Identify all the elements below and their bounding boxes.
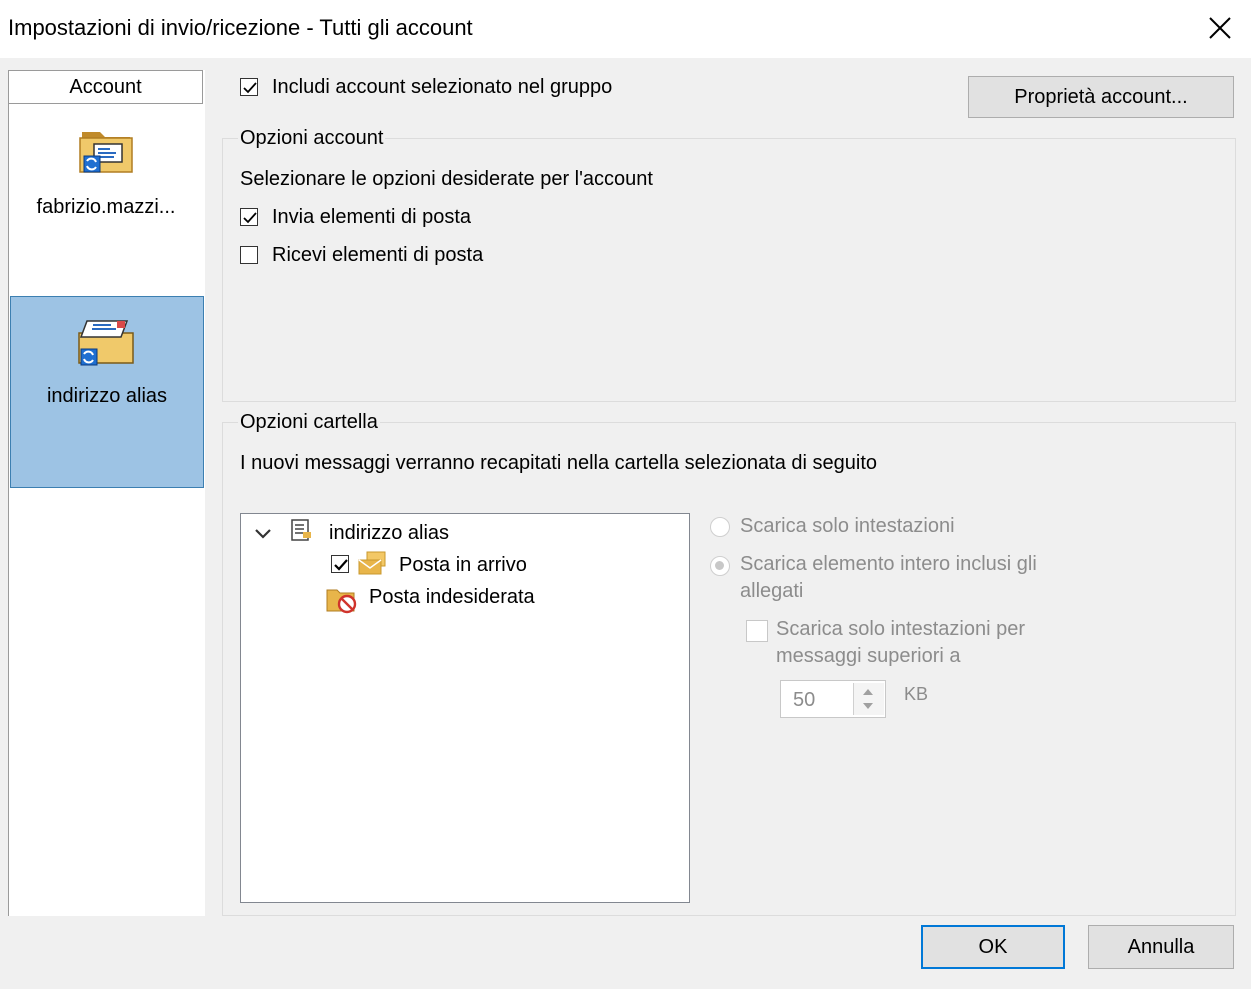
- full-item-label-line1: Scarica elemento intero inclusi gli: [740, 553, 1037, 575]
- account-list-header: Account: [8, 70, 203, 104]
- size-unit-label: KB: [904, 684, 929, 704]
- send-mail-label: Invia elementi di posta: [272, 206, 472, 228]
- spinner-down-icon[interactable]: [861, 701, 875, 711]
- account-label: fabrizio.mazzi...: [36, 196, 176, 218]
- full-item-radio[interactable]: [710, 556, 730, 576]
- large-message-label-line1: Scarica solo intestazioni per: [776, 618, 1026, 640]
- spinner-buttons[interactable]: [853, 683, 884, 715]
- junk-folder-icon: [326, 589, 357, 614]
- include-account-checkbox[interactable]: [240, 78, 258, 96]
- account-label: indirizzo alias: [46, 385, 168, 407]
- cancel-button[interactable]: Annulla: [1088, 925, 1234, 969]
- account-item-fabrizio[interactable]: fabrizio.mazzi...: [10, 108, 202, 288]
- folder-options-title: Opzioni cartella: [238, 411, 380, 434]
- tree-item-inbox-label[interactable]: Posta in arrivo: [399, 554, 527, 577]
- full-item-label-line2: allegati: [740, 580, 804, 602]
- spinner-up-icon[interactable]: [861, 687, 875, 697]
- send-mail-checkbox[interactable]: [240, 208, 258, 226]
- headers-only-label: Scarica solo intestazioni: [740, 515, 955, 537]
- close-icon[interactable]: [1200, 8, 1240, 48]
- mailbox-icon: [291, 519, 311, 541]
- large-message-label-line2: messaggi superiori a: [776, 645, 961, 667]
- chevron-down-icon[interactable]: [253, 526, 273, 542]
- inbox-folder-icon: [358, 551, 386, 575]
- include-account-label: Includi account selezionato nel gruppo: [272, 76, 613, 98]
- size-limit-value: 50: [793, 689, 816, 711]
- folder-tree[interactable]: indirizzo alias Posta in arrivo Posta in…: [240, 513, 690, 903]
- window-title: Impostazioni di invio/ricezione - Tutti …: [8, 15, 473, 40]
- inbox-checkbox[interactable]: [331, 555, 349, 573]
- account-folder-icon: [79, 132, 133, 173]
- account-options-description: Selezionare le opzioni desiderate per l'…: [240, 168, 653, 190]
- account-folder-icon: [78, 320, 134, 366]
- title-bar: Impostazioni di invio/ricezione - Tutti …: [0, 0, 1251, 58]
- account-item-alias[interactable]: indirizzo alias: [10, 296, 204, 488]
- account-properties-button[interactable]: Proprietà account...: [968, 76, 1234, 118]
- receive-mail-checkbox[interactable]: [240, 246, 258, 264]
- tree-root-label[interactable]: indirizzo alias: [329, 522, 449, 545]
- large-message-checkbox[interactable]: [746, 620, 768, 642]
- size-limit-spinner[interactable]: 50: [780, 680, 886, 718]
- tree-item-junk-label[interactable]: Posta indesiderata: [369, 586, 535, 609]
- account-options-title: Opzioni account: [238, 127, 386, 150]
- folder-options-description: I nuovi messaggi verranno recapitati nel…: [240, 452, 878, 474]
- ok-button[interactable]: OK: [921, 925, 1065, 969]
- headers-only-radio[interactable]: [710, 517, 730, 537]
- receive-mail-label: Ricevi elementi di posta: [272, 244, 484, 266]
